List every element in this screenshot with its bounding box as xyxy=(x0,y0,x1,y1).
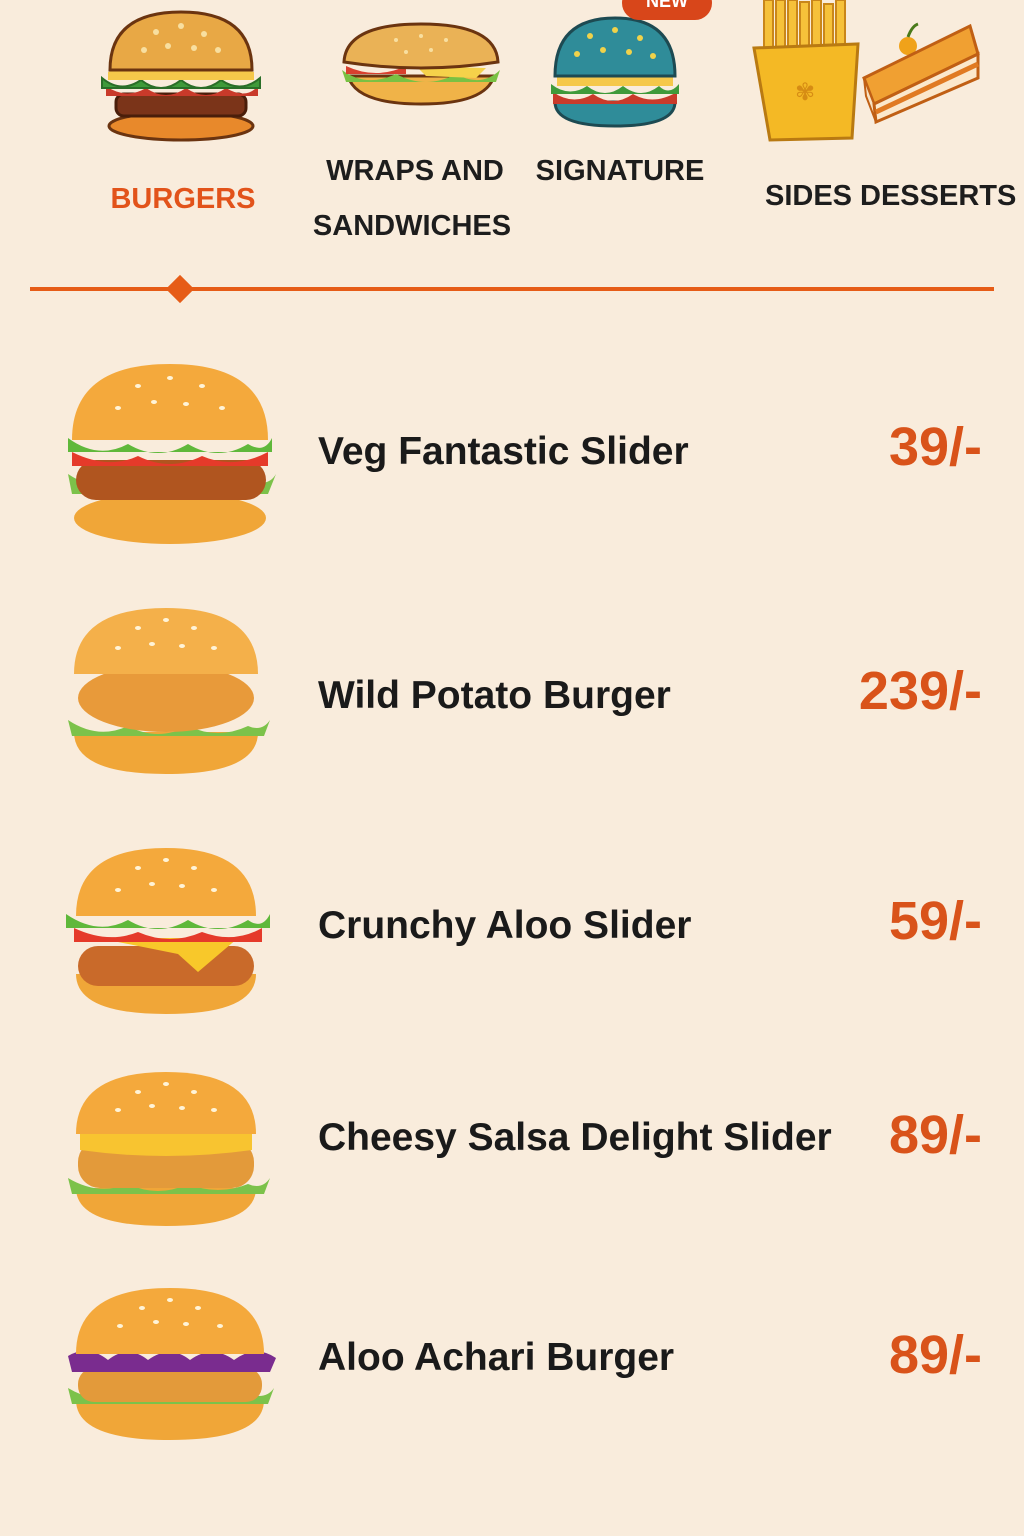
new-badge: NEW xyxy=(622,0,712,20)
menu-item-aloo-achari-burger[interactable]: Aloo Achari Burger 89/- xyxy=(0,1278,1024,1478)
menu-item-name: Cheesy Salsa Delight Slider xyxy=(318,1116,832,1159)
burger-icon xyxy=(101,10,261,142)
menu-item-name: Crunchy Aloo Slider xyxy=(318,904,692,947)
menu-item-name: Veg Fantastic Slider xyxy=(318,430,689,473)
menu-item-wild-potato-burger[interactable]: Wild Potato Burger 239/- xyxy=(0,598,1024,798)
menu-item-price: 239/- xyxy=(858,661,982,721)
menu-item-price: 39/- xyxy=(888,417,982,477)
tab-signature-label: SIGNATURE xyxy=(535,155,705,187)
menu-item-veg-fantastic-slider[interactable]: Veg Fantastic Slider 39/- xyxy=(0,352,1024,552)
menu-item-crunchy-aloo-slider[interactable]: Crunchy Aloo Slider 59/- xyxy=(0,832,1024,1032)
salsa-slider-icon xyxy=(68,1072,270,1226)
signature-burger-icon xyxy=(551,16,679,128)
tab-wraps-label-line2: SANDWICHES xyxy=(312,210,512,242)
sandwich-icon xyxy=(342,22,500,106)
cake-icon xyxy=(862,22,980,125)
menu-item-cheesy-salsa-delight-slider[interactable]: Cheesy Salsa Delight Slider 89/- xyxy=(0,1060,1024,1260)
aloo-slider-icon xyxy=(66,848,270,1014)
achari-burger-icon xyxy=(68,1288,276,1440)
potato-burger-icon xyxy=(68,608,270,774)
fries-icon: ✾ xyxy=(752,0,860,142)
menu-item-price: 59/- xyxy=(888,891,982,951)
veg-slider-icon xyxy=(68,364,276,544)
tab-burgers[interactable]: BURGERS xyxy=(88,0,278,240)
tab-sides-label: SIDES xyxy=(765,180,853,212)
tab-desserts-label: DESSERTS xyxy=(860,180,1017,212)
menu-item-name: Wild Potato Burger xyxy=(318,674,671,717)
tab-wraps-label-line1: WRAPS AND xyxy=(326,155,504,187)
tab-desserts[interactable]: DESSERTS xyxy=(856,0,1016,230)
svg-text:✾: ✾ xyxy=(795,78,815,106)
tab-signature[interactable]: SIGNATURE xyxy=(530,0,720,230)
menu-item-price: 89/- xyxy=(888,1325,982,1385)
menu-item-name: Aloo Achari Burger xyxy=(318,1336,675,1379)
active-tab-marker xyxy=(165,274,195,304)
menu-item-price: 89/- xyxy=(888,1105,982,1165)
tab-burgers-label: BURGERS xyxy=(110,183,256,215)
tab-sides[interactable]: ✾ SIDES xyxy=(750,0,862,230)
tab-wraps-and-sandwiches[interactable]: WRAPS AND SANDWICHES xyxy=(300,0,530,250)
